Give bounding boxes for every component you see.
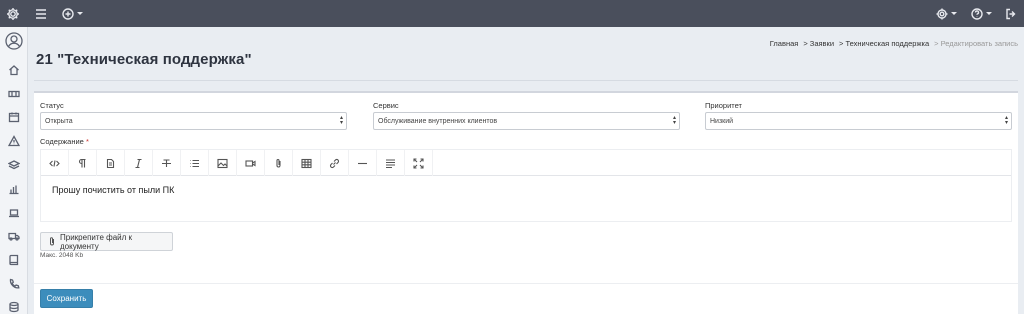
attach-file-label: Прикрепите файл к документу [60, 232, 133, 251]
priority-select[interactable]: Низкий ▴ ▾ [705, 112, 1012, 130]
paperclip-icon [48, 236, 56, 247]
required-mark: * [85, 137, 89, 146]
header-divider [34, 80, 1018, 81]
edit-form-card: Статус Открыта ▴ ▾ Сервис Обслуживание вн… [34, 91, 1018, 314]
top-navbar [0, 0, 1024, 27]
bar-chart-icon[interactable] [0, 179, 28, 199]
calendar-icon[interactable] [0, 107, 28, 127]
video-icon[interactable] [237, 150, 265, 176]
user-avatar-icon[interactable] [0, 30, 28, 52]
chevron-down-icon [950, 12, 957, 15]
status-select[interactable]: Открыта ▴ ▾ [40, 112, 347, 130]
service-label: Сервис [373, 101, 399, 110]
status-value: Открыта [45, 117, 73, 125]
book-icon[interactable] [0, 250, 28, 270]
content-label: Содержание * [40, 137, 89, 146]
table-icon[interactable] [293, 150, 321, 176]
max-file-size: Макс. 2048 Kb [40, 252, 84, 259]
italic-icon[interactable] [125, 150, 153, 176]
breadcrumb: Главная > Заявки > Техническая поддержка… [770, 39, 1018, 48]
hamburger-icon[interactable] [32, 0, 50, 27]
footer-divider [34, 283, 1018, 284]
page-title: 21 "Техническая поддержка" [36, 51, 252, 68]
main-content: 21 "Техническая поддержка" Главная > Зая… [28, 27, 1024, 314]
priority-label: Приоритет [705, 101, 742, 110]
settings-menu-button[interactable] [934, 0, 958, 27]
select-arrows-icon: ▴ ▾ [1004, 115, 1008, 126]
service-value: Обслуживание внутренних клиентов [378, 117, 498, 125]
chevron-down-icon [76, 12, 83, 15]
ticket-icon[interactable] [0, 84, 28, 104]
rich-text-editor: Прошу почистить от пыли ПК [40, 149, 1012, 222]
gear-logo-icon[interactable] [2, 0, 24, 27]
breadcrumb-current: > Редактировать запись [934, 39, 1018, 48]
image-icon[interactable] [209, 150, 237, 176]
unordered-list-icon[interactable] [181, 150, 209, 176]
align-icon[interactable] [377, 150, 405, 176]
laptop-icon[interactable] [0, 203, 28, 223]
breadcrumb-support[interactable]: > Техническая поддержка [839, 39, 929, 48]
attachment-icon[interactable] [265, 150, 293, 176]
help-menu-button[interactable] [969, 0, 993, 27]
attach-file-button[interactable]: Прикрепите файл к документу [40, 232, 173, 251]
select-arrows-icon: ▴ ▾ [672, 115, 676, 126]
content-label-text: Содержание [40, 137, 84, 146]
question-circle-icon [970, 7, 983, 20]
code-view-icon[interactable] [41, 150, 69, 176]
link-icon[interactable] [321, 150, 349, 176]
fullscreen-icon[interactable] [405, 150, 433, 176]
select-arrows-icon: ▴ ▾ [339, 115, 343, 126]
horizontal-rule-icon[interactable] [349, 150, 377, 176]
service-select[interactable]: Обслуживание внутренних клиентов ▴ ▾ [373, 112, 680, 130]
chevron-down-icon [985, 12, 992, 15]
layers-icon[interactable] [0, 155, 28, 175]
breadcrumb-requests[interactable]: > Заявки [803, 39, 834, 48]
format-icon[interactable] [97, 150, 125, 176]
sidebar [0, 27, 28, 314]
warning-icon[interactable] [0, 131, 28, 151]
home-icon[interactable] [0, 60, 28, 80]
priority-value: Низкий [710, 117, 734, 125]
status-label: Статус [40, 101, 64, 110]
add-menu-button[interactable] [60, 0, 84, 27]
database-icon[interactable] [0, 297, 28, 314]
save-button[interactable]: Сохранить [40, 289, 93, 308]
strikethrough-icon[interactable] [153, 150, 181, 176]
editor-toolbar [41, 150, 1011, 176]
gear-icon [936, 8, 948, 20]
breadcrumb-home[interactable]: Главная [770, 39, 799, 48]
editor-content[interactable]: Прошу почистить от пыли ПК [52, 185, 174, 195]
logout-icon[interactable] [1002, 0, 1020, 27]
plus-circle-icon [61, 7, 74, 20]
paragraph-icon[interactable] [69, 150, 97, 176]
phone-icon[interactable] [0, 274, 28, 294]
truck-icon[interactable] [0, 226, 28, 246]
